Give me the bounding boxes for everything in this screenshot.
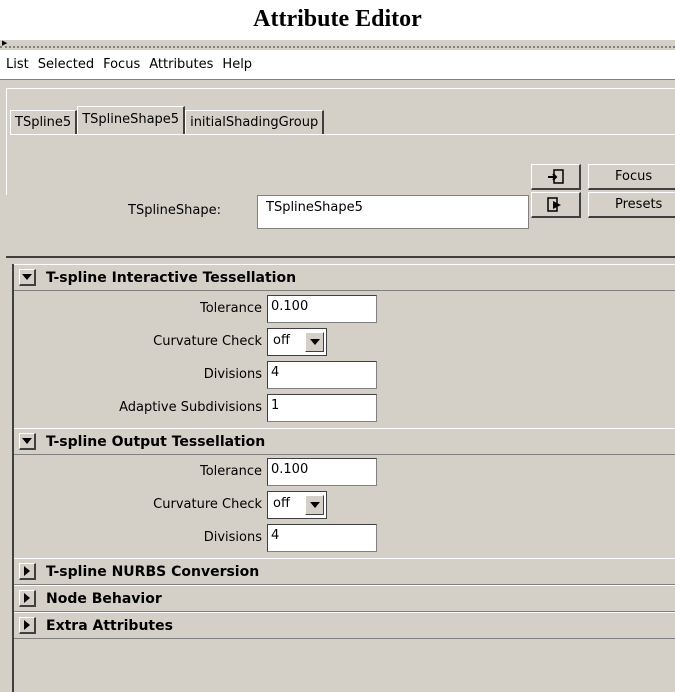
attr-label-divisions: Divisions <box>203 367 262 382</box>
tab-initialshadinggroup[interactable]: initialShadingGroup <box>185 110 325 134</box>
attribute-editor-window: ▶ List Selected Focus Attributes Help TS… <box>0 40 675 692</box>
section-output-tessellation[interactable]: T-spline Output Tessellation <box>14 428 675 455</box>
curvature-check-select[interactable]: off <box>267 491 327 519</box>
node-name-field[interactable]: TSplineShape5 <box>257 195 529 229</box>
focus-button[interactable]: Focus <box>588 164 675 190</box>
curvature-check-select[interactable]: off <box>267 328 327 356</box>
load-attributes-button[interactable] <box>531 164 581 190</box>
section-title: Extra Attributes <box>46 618 173 634</box>
curvature-check-value: off <box>273 496 290 511</box>
curvature-check-value: off <box>273 333 290 348</box>
menu-focus[interactable]: Focus <box>103 57 140 72</box>
presets-button[interactable]: Presets <box>588 192 675 218</box>
section-title: T-spline Interactive Tessellation <box>46 270 297 286</box>
attr-label-tolerance: Tolerance <box>200 464 262 479</box>
attr-label-curvature-check: Curvature Check <box>153 334 262 349</box>
divisions-field[interactable]: 4 <box>267 524 377 552</box>
copy-tab-icon <box>546 196 561 212</box>
collapse-toggle-icon[interactable] <box>19 269 36 286</box>
header-divider <box>6 256 675 258</box>
attr-label-divisions: Divisions <box>203 530 262 545</box>
attr-label-tolerance: Tolerance <box>200 301 262 316</box>
attr-label-curvature-check: Curvature Check <box>153 497 262 512</box>
tolerance-field[interactable]: 0.100 <box>267 458 377 486</box>
dropdown-arrow-icon[interactable] <box>305 495 324 515</box>
menu-selected[interactable]: Selected <box>38 57 94 72</box>
attr-label-adaptive-subdivisions: Adaptive Subdivisions <box>119 400 262 415</box>
expand-toggle-icon[interactable] <box>19 617 36 634</box>
expand-toggle-icon[interactable] <box>19 590 36 607</box>
menu-attributes[interactable]: Attributes <box>149 57 213 72</box>
expand-toggle-icon[interactable] <box>19 563 36 580</box>
menu-bar: List Selected Focus Attributes Help <box>0 50 675 80</box>
copy-tab-button[interactable] <box>531 192 581 218</box>
menu-list[interactable]: List <box>6 57 29 72</box>
collapse-arrow-icon[interactable]: ▶ <box>2 40 7 47</box>
tolerance-field[interactable]: 0.100 <box>267 295 377 323</box>
section-nurbs-conversion[interactable]: T-spline NURBS Conversion <box>14 558 675 585</box>
node-tabs: TSpline5 TSplineShape5 initialShadingGro… <box>10 106 325 134</box>
attribute-sections: T-spline Interactive Tessellation Tolera… <box>12 264 675 692</box>
load-attributes-icon <box>547 168 564 184</box>
menu-help[interactable]: Help <box>222 57 252 72</box>
page-title: Attribute Editor <box>253 6 422 32</box>
tab-tsplineshape5[interactable]: TSplineShape5 <box>77 106 186 134</box>
node-name-label: TSplineShape: <box>128 203 221 218</box>
section-title: T-spline NURBS Conversion <box>46 564 260 580</box>
section-node-behavior[interactable]: Node Behavior <box>14 585 675 612</box>
section-title: Node Behavior <box>46 591 162 607</box>
adaptive-subdivisions-field[interactable]: 1 <box>267 394 377 422</box>
tear-off-bar[interactable]: ▶ <box>0 40 675 48</box>
section-title: T-spline Output Tessellation <box>46 434 266 450</box>
divisions-field[interactable]: 4 <box>267 361 377 389</box>
section-extra-attributes[interactable]: Extra Attributes <box>14 612 675 639</box>
dropdown-arrow-icon[interactable] <box>305 332 324 352</box>
collapse-toggle-icon[interactable] <box>19 433 36 450</box>
tab-divider <box>10 134 675 135</box>
tab-tspline5[interactable]: TSpline5 <box>10 110 78 134</box>
section-interactive-tessellation[interactable]: T-spline Interactive Tessellation <box>14 264 675 291</box>
